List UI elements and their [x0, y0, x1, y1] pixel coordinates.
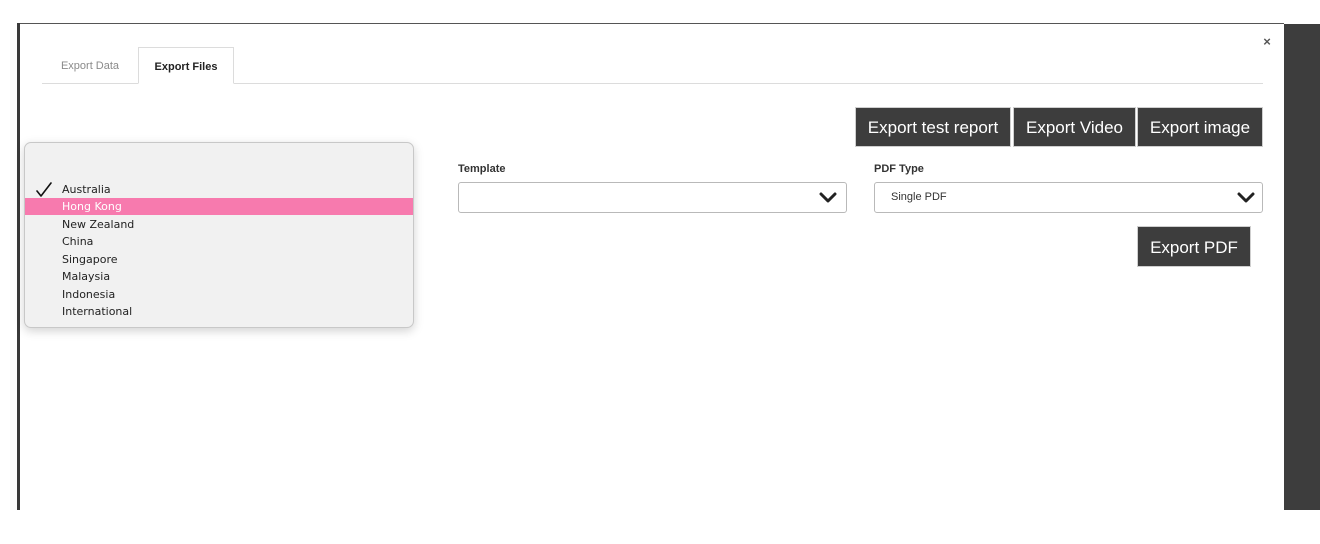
chevron-down-icon — [1237, 192, 1255, 203]
page-bottom — [0, 510, 1320, 544]
dropdown-option-label: New Zealand — [62, 218, 135, 231]
dropdown-option-label: Australia — [62, 183, 111, 196]
dropdown-option-hong-kong[interactable]: Hong Kong — [25, 198, 413, 215]
tab-export-files[interactable]: Export Files — [138, 47, 234, 84]
template-label: Template — [458, 163, 506, 175]
pdf-type-select[interactable]: Single PDF — [874, 182, 1263, 213]
dropdown-option-new-zealand[interactable]: New Zealand — [25, 216, 413, 233]
page: × Export Data Export Files Export test r… — [0, 0, 1320, 544]
template-select[interactable] — [458, 182, 847, 213]
pdf-type-select-value: Single PDF — [891, 191, 947, 203]
tab-bar: Export Data Export Files — [42, 47, 1263, 84]
dropdown-option-label: Malaysia — [62, 270, 111, 283]
dropdown-option-label: International — [62, 305, 133, 318]
dropdown-option-malaysia[interactable]: Malaysia — [25, 268, 413, 285]
export-image-button[interactable]: Export image — [1137, 107, 1263, 147]
checkmark-icon — [36, 182, 52, 197]
dropdown-option-china[interactable]: China — [25, 233, 413, 250]
background-overlay — [1284, 24, 1320, 510]
pdf-type-label: PDF Type — [874, 163, 924, 175]
dropdown-option-singapore[interactable]: Singapore — [25, 251, 413, 268]
dropdown-option-international[interactable]: International — [25, 303, 413, 320]
dropdown-option-label: Singapore — [62, 253, 118, 266]
dropdown-option-australia[interactable]: Australia — [25, 181, 413, 198]
chevron-down-icon — [819, 192, 837, 203]
region-dropdown-menu: Australia Hong Kong New Zealand China Si… — [24, 142, 414, 328]
dropdown-option-label: Hong Kong — [62, 200, 122, 213]
export-video-button[interactable]: Export Video — [1013, 107, 1136, 147]
tab-export-data[interactable]: Export Data — [42, 47, 138, 83]
export-pdf-button[interactable]: Export PDF — [1137, 226, 1251, 267]
export-test-report-button[interactable]: Export test report — [855, 107, 1011, 147]
dropdown-option-label: China — [62, 235, 94, 248]
dropdown-option-label: Indonesia — [62, 288, 116, 301]
dropdown-option-indonesia[interactable]: Indonesia — [25, 286, 413, 303]
